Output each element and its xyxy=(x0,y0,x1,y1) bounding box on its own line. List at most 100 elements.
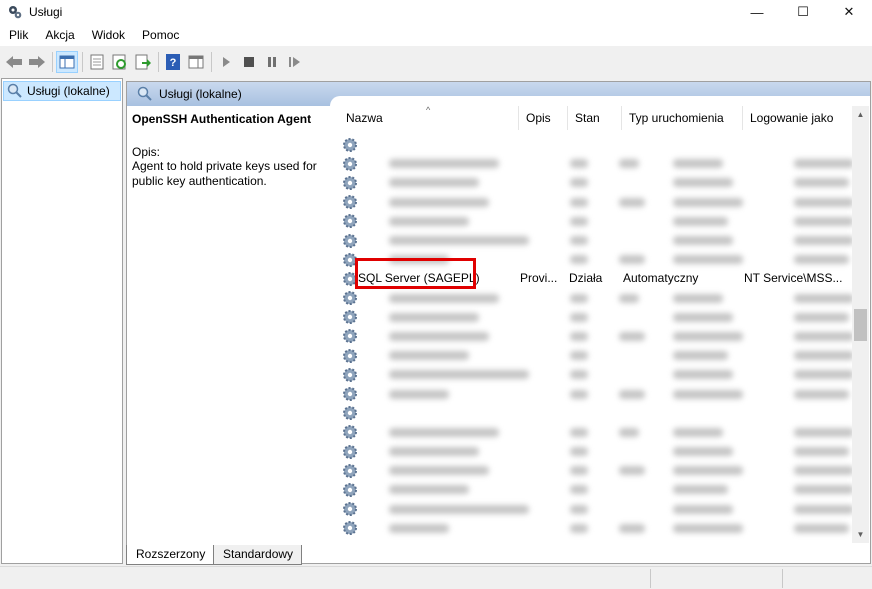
toolbar-separator xyxy=(82,52,83,72)
service-gear-icon xyxy=(342,156,358,172)
status-segment xyxy=(650,569,782,588)
service-gear-icon xyxy=(342,463,358,479)
properties-icon[interactable] xyxy=(86,51,108,73)
export-icon[interactable] xyxy=(132,51,154,73)
view-tabs: Rozszerzony Standardowy xyxy=(126,545,871,565)
service-row[interactable] xyxy=(339,365,853,384)
menu-widok[interactable]: Widok xyxy=(83,24,133,47)
scrollbar-thumb[interactable] xyxy=(854,309,867,341)
stop-icon[interactable] xyxy=(238,51,260,73)
toolbar: ? xyxy=(0,48,872,76)
service-startup-type-cell: Automatyczny xyxy=(623,271,699,286)
svg-text:?: ? xyxy=(170,57,177,69)
service-gear-icon xyxy=(342,194,358,210)
toolbar-separator xyxy=(158,52,159,72)
resume-icon[interactable] xyxy=(284,51,306,73)
service-gear-icon xyxy=(342,482,358,498)
column-header-logon-as[interactable]: Logowanie jako xyxy=(743,106,853,130)
forward-arrow-icon[interactable] xyxy=(26,51,48,73)
service-row[interactable] xyxy=(339,423,853,442)
pane-header-title: Usługi (lokalne) xyxy=(159,87,242,101)
toolbar-separator xyxy=(52,52,53,72)
service-row[interactable] xyxy=(339,442,853,461)
service-row[interactable] xyxy=(339,384,853,403)
service-rows: SQL Server (SAGEPL) Provi... Działa Automat… xyxy=(339,135,853,538)
sort-ascending-icon: ^ xyxy=(426,106,431,115)
service-row[interactable] xyxy=(339,154,853,173)
back-arrow-icon[interactable] xyxy=(3,51,25,73)
service-row[interactable] xyxy=(339,519,853,538)
service-gear-icon xyxy=(342,405,358,421)
tree-item-services-local[interactable]: Usługi (lokalne) xyxy=(3,81,121,101)
service-gear-icon xyxy=(342,444,358,460)
service-row[interactable] xyxy=(339,289,853,308)
service-row[interactable] xyxy=(339,500,853,519)
refresh-icon[interactable] xyxy=(109,51,131,73)
menu-pomoc[interactable]: Pomoc xyxy=(133,24,187,47)
service-row[interactable] xyxy=(339,346,853,365)
scroll-down-icon[interactable]: ▼ xyxy=(852,526,869,543)
service-row[interactable] xyxy=(339,212,853,231)
service-row[interactable] xyxy=(339,308,853,327)
column-header-name[interactable]: ^ Nazwa xyxy=(339,106,519,130)
show-hide-icon[interactable] xyxy=(185,51,207,73)
service-description-panel: OpenSSH Authentication Agent Opis: Agent… xyxy=(132,112,327,189)
service-row[interactable] xyxy=(339,461,853,480)
service-row[interactable] xyxy=(339,135,853,154)
pause-icon[interactable] xyxy=(261,51,283,73)
highlight-box xyxy=(355,258,476,289)
services-search-icon xyxy=(7,83,22,98)
service-gear-icon xyxy=(342,520,358,536)
description-label: Opis: xyxy=(132,145,161,159)
menu-bar: Plik Akcja Widok Pomoc xyxy=(0,24,872,47)
selected-service-title: OpenSSH Authentication Agent xyxy=(132,112,312,126)
service-gear-icon xyxy=(342,233,358,249)
service-gear-icon xyxy=(342,367,358,383)
service-gear-icon xyxy=(342,290,358,306)
services-gear-icon xyxy=(7,4,23,20)
close-button[interactable]: ✕ xyxy=(826,0,872,24)
console-tree-icon[interactable] xyxy=(56,51,78,73)
service-description-cell: Provi... xyxy=(520,271,558,286)
maximize-button[interactable]: ☐ xyxy=(780,0,826,24)
column-header-state[interactable]: Stan xyxy=(568,106,622,130)
header-notch xyxy=(330,96,870,106)
description-text: Agent to hold private keys used for publ… xyxy=(132,159,317,188)
service-gear-icon xyxy=(342,213,358,229)
service-gear-icon xyxy=(342,328,358,344)
service-row[interactable] xyxy=(339,173,853,192)
tab-extended[interactable]: Rozszerzony xyxy=(126,545,214,565)
menu-akcja[interactable]: Akcja xyxy=(36,24,82,47)
service-row[interactable] xyxy=(339,404,853,423)
toolbar-separator xyxy=(211,52,212,72)
column-header-row: ^ Nazwa Opis Stan Typ uruchomienia Logow… xyxy=(339,106,853,130)
tree-item-label: Usługi (lokalne) xyxy=(27,84,110,98)
service-gear-icon xyxy=(342,501,358,517)
service-row[interactable] xyxy=(339,327,853,346)
service-gear-icon xyxy=(342,424,358,440)
vertical-scrollbar[interactable]: ▲ ▼ xyxy=(852,106,869,543)
window-title: Usługi xyxy=(29,5,63,19)
service-gear-icon xyxy=(342,348,358,364)
service-gear-icon xyxy=(342,175,358,191)
status-segment xyxy=(782,569,872,588)
minimize-button[interactable]: — xyxy=(734,0,780,24)
service-row[interactable] xyxy=(339,193,853,212)
service-row[interactable] xyxy=(339,480,853,499)
service-logon-cell: NT Service\MSS... xyxy=(744,271,843,286)
service-row[interactable] xyxy=(339,231,853,250)
service-gear-icon xyxy=(342,386,358,402)
pane-header: Usługi (lokalne) xyxy=(127,82,870,106)
help-icon[interactable]: ? xyxy=(162,51,184,73)
start-icon[interactable] xyxy=(215,51,237,73)
column-header-startup-type[interactable]: Typ uruchomienia xyxy=(622,106,743,130)
console-tree-pane: Usługi (lokalne) xyxy=(1,78,123,564)
menu-plik[interactable]: Plik xyxy=(0,24,36,47)
services-list: ^ Nazwa Opis Stan Typ uruchomienia Logow… xyxy=(339,106,853,543)
column-header-description[interactable]: Opis xyxy=(519,106,568,130)
scroll-up-icon[interactable]: ▲ xyxy=(852,106,869,123)
service-gear-icon xyxy=(342,309,358,325)
service-gear-icon xyxy=(342,137,358,153)
tab-standard[interactable]: Standardowy xyxy=(214,545,302,565)
title-bar: Usługi — ☐ ✕ xyxy=(0,0,872,24)
